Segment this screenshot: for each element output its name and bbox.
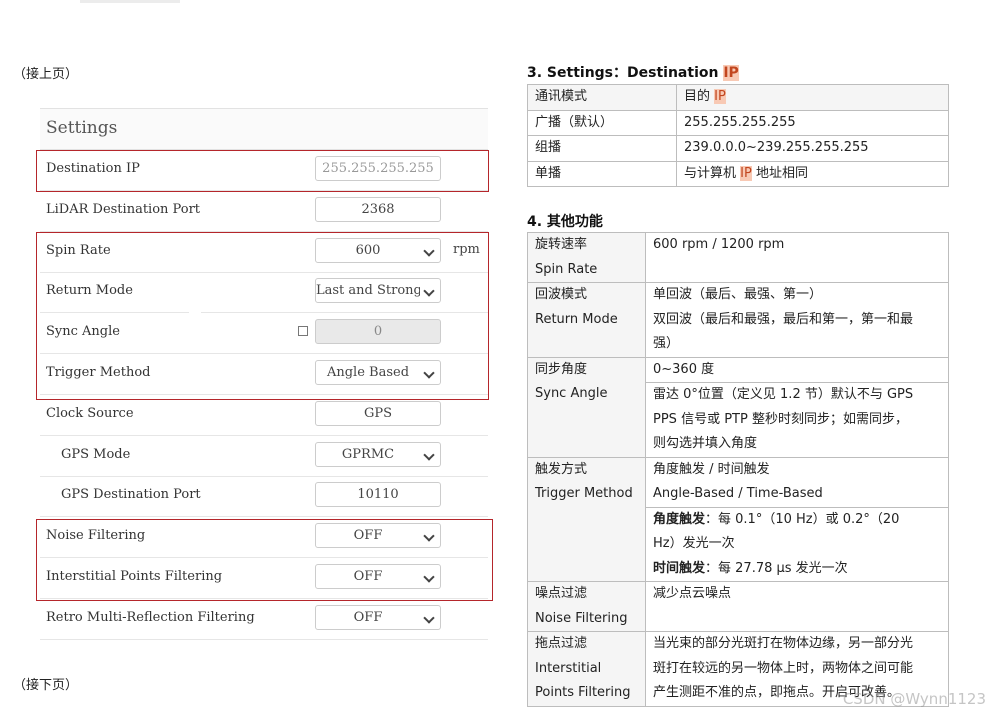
desc-spin-rate: 600 rpm / 1200 rpm — [645, 232, 949, 283]
settings-title: Settings — [46, 118, 118, 138]
mode-unicast: 单播 — [527, 160, 677, 187]
retro-multi-reflection-filtering-select[interactable]: OFF — [315, 605, 441, 630]
csdn-watermark: CSDN @Wynn1123 — [842, 690, 986, 708]
setting-label: Retro Multi-Reflection Filtering — [46, 610, 255, 625]
scan-artifact — [80, 0, 180, 3]
table-row: 通讯模式 目的 IP — [527, 84, 949, 111]
setting-label: GPS Destination Port — [61, 487, 201, 502]
setting-row-lidar-destination-port: LiDAR Destination Port 2368 — [40, 190, 488, 232]
mask-middle — [189, 276, 201, 348]
select-value: OFF — [353, 610, 383, 625]
other-features-table: 旋转速率 Spin Rate 600 rpm / 1200 rpm 回波模式 Ret… — [527, 232, 949, 707]
table-row: 旋转速率 Spin Rate 600 rpm / 1200 rpm — [527, 232, 949, 283]
gps-mode-select[interactable]: GPRMC — [315, 442, 441, 467]
desc-trigger-details: 角度触发：每 0.1°（10 Hz）或 0.2°（20 Hz）发光一次 时间触发：每… — [645, 506, 949, 582]
table-row: 广播（默认） 255.255.255.255 — [527, 109, 949, 136]
mask-left — [0, 274, 36, 348]
setting-label: Clock Source — [46, 406, 134, 421]
setting-row-clock-source: Clock Source GPS — [40, 394, 488, 436]
setting-row-retro-multi-reflection-filtering: Retro Multi-Reflection Filtering OFF — [40, 598, 488, 640]
setting-row-gps-mode: GPS Mode GPRMC — [40, 435, 488, 477]
feature-trigger-method: 触发方式 Trigger Method — [527, 456, 646, 582]
ip-multicast: 239.0.0.0~239.255.255.255 — [676, 135, 949, 162]
table-row: 回波模式 Return Mode 单回波（最后、最强、第一） 双回波（最后和最强，最… — [527, 282, 949, 358]
ip-unicast: 与计算机 IP 地址相同 — [676, 160, 949, 187]
table-row: 噪点过滤 Noise Filtering 减少点云噪点 — [527, 581, 949, 632]
feature-interstitial-filtering: 拖点过滤 Interstitial Points Filtering — [527, 631, 646, 707]
lidar-destination-port-input[interactable]: 2368 — [315, 197, 441, 222]
table-row: 单播 与计算机 IP 地址相同 — [527, 160, 949, 187]
feature-return-mode: 回波模式 Return Mode — [527, 282, 646, 358]
table-row: 组播 239.0.0.0~239.255.255.255 — [527, 135, 949, 162]
destination-ip-table: 通讯模式 目的 IP 广播（默认） 255.255.255.255 组播 239… — [527, 84, 949, 187]
chevron-down-icon[interactable] — [423, 612, 435, 624]
desc-sync-angle: 雷达 0°位置（定义见 1.2 节）默认不与 GPS PPS 信号或 PTP 整秒… — [645, 382, 949, 458]
highlight-box-filtering — [36, 519, 493, 601]
chevron-down-icon[interactable] — [423, 449, 435, 461]
feature-sync-angle: 同步角度 Sync Angle — [527, 356, 646, 458]
gps-destination-port-input[interactable]: 10110 — [315, 482, 441, 507]
desc-noise-filtering: 减少点云噪点 — [645, 581, 949, 632]
desc-return-mode: 单回波（最后、最强、第一） 双回波（最后和最强，最后和第一，第一和最 强） — [645, 282, 949, 358]
highlight-box-destination-ip — [36, 150, 489, 192]
select-value: GPRMC — [341, 447, 395, 462]
header-destination-ip: 目的 IP — [676, 84, 949, 111]
continued-from-previous-label: （接上页） — [13, 67, 79, 82]
desc-trigger-modes: 角度触发 / 时间触发 Angle-Based / Time-Based — [645, 456, 949, 508]
continued-on-next-label: （接下页） — [13, 678, 79, 693]
setting-row-gps-destination-port: GPS Destination Port 10110 — [40, 475, 488, 517]
clock-source-input[interactable]: GPS — [315, 401, 441, 426]
feature-spin-rate: 旋转速率 Spin Rate — [527, 232, 646, 283]
highlight-box-scan-settings — [36, 232, 489, 400]
setting-label: LiDAR Destination Port — [46, 202, 201, 217]
header-mode: 通讯模式 — [527, 84, 677, 111]
mode-multicast: 组播 — [527, 135, 677, 162]
section3-title: 3. Settings：Destination IP — [527, 65, 739, 81]
table-row: 同步角度 Sync Angle 0~360 度 — [527, 356, 949, 458]
ip-broadcast: 255.255.255.255 — [676, 109, 949, 136]
feature-noise-filtering: 噪点过滤 Noise Filtering — [527, 581, 646, 632]
setting-label: GPS Mode — [61, 447, 131, 462]
section4-title: 4. 其他功能 — [527, 214, 603, 230]
table-row: 触发方式 Trigger Method 角度触发 / 时间触发 Angle-Base… — [527, 456, 949, 582]
desc-sync-angle-range: 0~360 度 — [645, 356, 949, 383]
mode-broadcast: 广播（默认） — [527, 109, 677, 136]
